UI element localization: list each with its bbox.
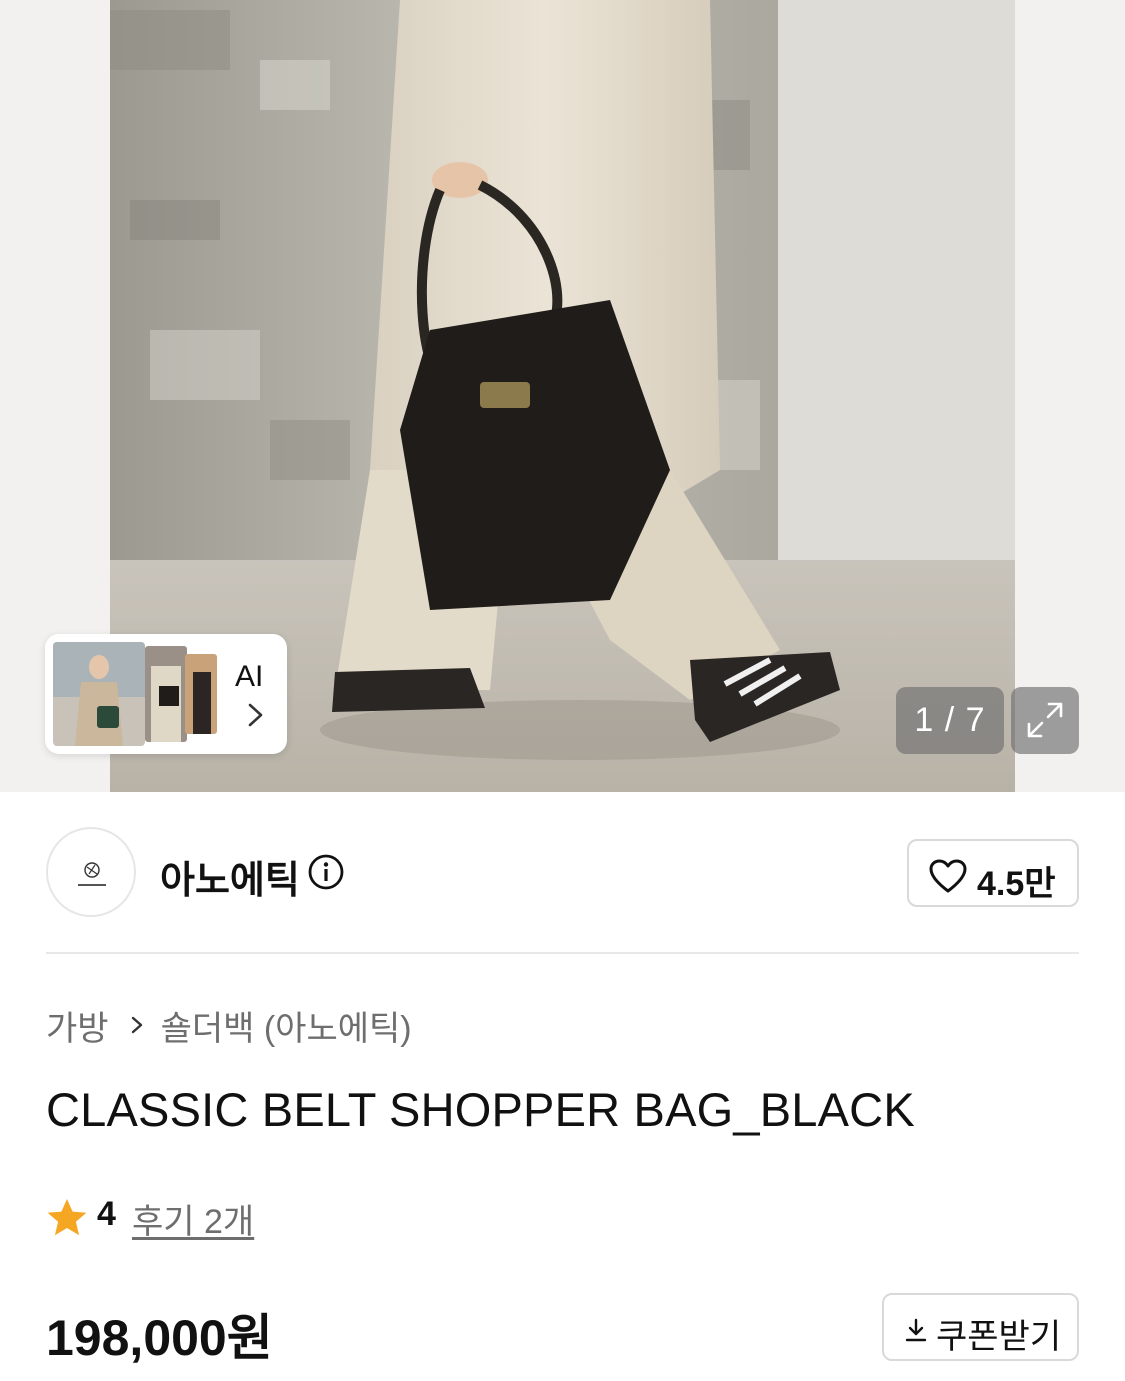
breadcrumb: 가방 숄더백 (아노에틱) xyxy=(46,1001,412,1050)
product-title: CLASSIC BELT SHOPPER BAG_BLACK xyxy=(46,1083,915,1136)
chevron-right-icon xyxy=(248,703,263,727)
expand-icon xyxy=(1027,702,1063,738)
thumbnail-image xyxy=(145,646,187,742)
coupon-label: 쿠폰받기 xyxy=(936,1318,1062,1356)
info-icon[interactable] xyxy=(307,853,345,891)
heart-icon xyxy=(929,859,967,893)
like-count: 4.5만 xyxy=(977,865,1056,903)
rating-value: 4 xyxy=(97,1195,116,1233)
image-page-counter: 1 / 7 xyxy=(896,687,1004,754)
expand-image-button[interactable] xyxy=(1011,687,1079,754)
thumbnail-image xyxy=(185,654,217,734)
thumbnail-image[interactable] xyxy=(53,642,145,746)
breadcrumb-item-bag[interactable]: 가방 xyxy=(46,1001,109,1050)
breadcrumb-item-shoulder-bag[interactable]: 숄더백 (아노에틱) xyxy=(161,1001,412,1050)
chevron-right-icon xyxy=(131,1016,142,1034)
like-button[interactable]: 4.5만 xyxy=(907,839,1079,907)
star-icon xyxy=(47,1199,87,1236)
divider xyxy=(46,952,1079,954)
brand-name[interactable]: 아노에틱 xyxy=(160,849,300,904)
ai-label: AI xyxy=(235,660,264,693)
download-icon xyxy=(905,1318,927,1342)
product-price: 198,000원 xyxy=(46,1310,273,1366)
coupon-download-button[interactable]: 쿠폰받기 xyxy=(882,1293,1079,1361)
product-image-gallery[interactable]: AI 1 / 7 xyxy=(0,0,1125,792)
brand-logo-icon xyxy=(78,862,106,886)
brand-logo[interactable] xyxy=(46,827,136,917)
review-count-link[interactable]: 후기 2개 xyxy=(132,1194,254,1243)
ai-thumbnail-card[interactable]: AI xyxy=(45,634,287,754)
